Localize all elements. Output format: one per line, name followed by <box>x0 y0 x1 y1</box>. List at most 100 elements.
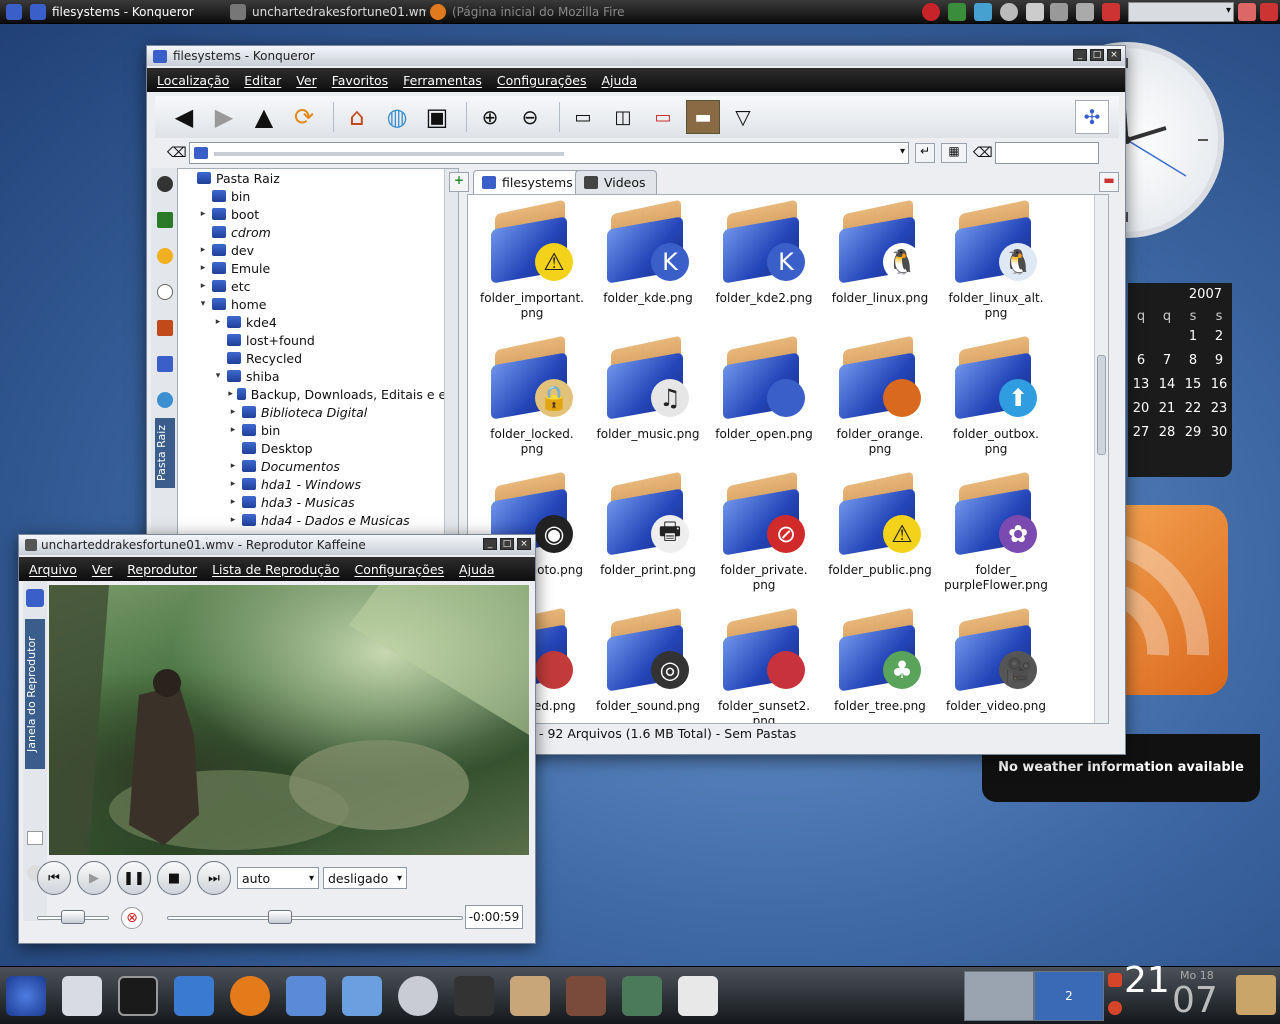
usb-icon[interactable] <box>1050 3 1068 21</box>
chevron-right-icon[interactable]: ▸ <box>227 461 239 471</box>
tree-item[interactable]: cdrom <box>178 223 458 241</box>
file-item[interactable]: ✿ folder_ purpleFlower.png <box>938 469 1054 605</box>
maximize-button[interactable]: □ <box>500 538 514 550</box>
chevron-right-icon[interactable]: ▸ <box>197 263 209 273</box>
deinterlace-select[interactable]: desligado ▾ <box>323 867 407 889</box>
media-player-icon[interactable] <box>342 976 382 1016</box>
chevron-down-icon[interactable]: ▾ <box>1226 5 1231 16</box>
view-preview-icon[interactable]: ▭ <box>646 100 680 134</box>
file-item[interactable]: ⚠ folder_public.png <box>822 469 938 605</box>
close-button[interactable]: × <box>1107 49 1121 61</box>
video-clapper-icon[interactable] <box>454 976 494 1016</box>
menu-ajuda[interactable]: Ajuda <box>601 73 637 88</box>
file-item[interactable]: 🖶 folder_print.png <box>590 469 706 605</box>
tree-item[interactable]: bin <box>178 187 458 205</box>
menu-lista-de-reproducao[interactable]: Lista de Reprodução <box>212 562 339 577</box>
taskbar-kaffeine[interactable]: unchartedrakesfortune01.wm <box>230 2 426 22</box>
chevron-right-icon[interactable]: ▸ <box>197 245 209 255</box>
taskbar-firefox[interactable]: (Página inicial do Mozilla Fire <box>430 2 624 22</box>
tree-item[interactable]: Recycled <box>178 349 458 367</box>
tree-item[interactable]: Desktop <box>178 439 458 457</box>
zoom-out-icon[interactable]: ⊖ <box>513 100 547 134</box>
calendar-day[interactable]: 1 <box>1180 329 1206 344</box>
save-icon[interactable]: ▣ <box>420 100 454 134</box>
calendar-day[interactable]: 2 <box>1206 329 1232 344</box>
pager-desktop-2[interactable]: 2 <box>1034 971 1104 1021</box>
tree-item[interactable]: ▸ Emule <box>178 259 458 277</box>
kde-throbber-icon[interactable]: ✣ <box>1075 100 1109 134</box>
calendar-day[interactable]: 29 <box>1180 425 1206 440</box>
home-icon[interactable]: ⌂ <box>340 100 374 134</box>
file-item[interactable]: folder_sunset2. png <box>706 605 822 723</box>
tree-item[interactable]: ▸ hda1 - Windows <box>178 475 458 493</box>
calendar-day[interactable]: 23 <box>1206 401 1232 416</box>
logout-icon[interactable] <box>1108 1001 1122 1015</box>
previous-track-icon[interactable]: ⏮ <box>37 861 71 895</box>
chevron-right-icon[interactable]: ▸ <box>227 425 239 435</box>
menu-ver[interactable]: Ver <box>296 73 316 88</box>
calendar-day[interactable]: 9 <box>1206 353 1232 368</box>
calendar-day[interactable]: 28 <box>1154 425 1180 440</box>
file-item[interactable]: ◎ folder_sound.png <box>590 605 706 723</box>
keyboard-icon[interactable] <box>1076 3 1094 21</box>
new-tab-button[interactable]: + <box>449 172 469 192</box>
tree-item[interactable]: ▸ etc <box>178 277 458 295</box>
file-item[interactable]: 🎥 folder_video.png <box>938 605 1054 723</box>
calendar-day[interactable]: 14 <box>1154 377 1180 392</box>
tree-item[interactable]: lost+found <box>178 331 458 349</box>
cd-icon[interactable] <box>1000 3 1018 21</box>
file-item[interactable]: 🐧 folder_linux.png <box>822 197 938 333</box>
file-item[interactable]: ♫ folder_music.png <box>590 333 706 469</box>
clear-search-icon[interactable]: ⌫ <box>973 145 993 161</box>
chevron-right-icon[interactable]: ▸ <box>227 389 234 399</box>
amarok-icon[interactable] <box>566 976 606 1016</box>
close-button[interactable]: × <box>517 538 531 550</box>
file-item[interactable]: ⬆ folder_outbox. png <box>938 333 1054 469</box>
tool-icon[interactable] <box>1102 3 1120 21</box>
tree-item[interactable]: ▸ Backup, Downloads, Editais e etc <box>178 385 458 403</box>
terminal-icon[interactable] <box>118 976 158 1016</box>
tree-item[interactable]: ▸ Documentos <box>178 457 458 475</box>
menu-editar[interactable]: Editar <box>244 73 281 88</box>
tree-item[interactable]: ▸ bin <box>178 421 458 439</box>
sidebar-tab-pasta-raiz[interactable]: Pasta Raiz <box>155 418 175 488</box>
close-tab-button[interactable]: ▬ <box>1099 172 1119 192</box>
monitor-icon[interactable] <box>974 3 992 21</box>
calendar-day[interactable]: 21 <box>1154 401 1180 416</box>
clear-location-icon[interactable]: ⌫ <box>167 145 187 161</box>
lock-icon[interactable] <box>1238 3 1256 21</box>
filter-icon[interactable]: ▽ <box>726 100 760 134</box>
calendar-day[interactable]: 20 <box>1128 401 1154 416</box>
home-icon[interactable] <box>157 320 173 336</box>
calendar-day[interactable] <box>1128 329 1154 344</box>
minimize-button[interactable]: _ <box>483 538 497 550</box>
chevron-down-icon[interactable]: ▾ <box>197 299 209 309</box>
chevron-right-icon[interactable]: ▸ <box>227 479 239 489</box>
tree-item[interactable]: ▸ Biblioteca Digital <box>178 403 458 421</box>
sidebar-tab-janela-do-reprodutor[interactable]: Janela do Reprodutor <box>25 619 45 769</box>
chevron-right-icon[interactable]: ▸ <box>197 209 209 219</box>
search-input[interactable] <box>995 142 1099 164</box>
calendar-day[interactable]: 8 <box>1180 353 1206 368</box>
bookmarks-icon[interactable]: ▦ <box>941 143 967 163</box>
view-split-icon[interactable]: ◫ <box>606 100 640 134</box>
network-icon[interactable] <box>157 392 173 408</box>
view-single-icon[interactable]: ▭ <box>566 100 600 134</box>
zoom-in-icon[interactable]: ⊕ <box>473 100 507 134</box>
aspect-ratio-select[interactable]: auto ▾ <box>237 867 319 889</box>
tab-filesystems[interactable]: filesystems <box>473 170 584 194</box>
chevron-right-icon[interactable]: ▸ <box>197 281 209 291</box>
menu-localizacao[interactable]: Localização <box>157 73 229 88</box>
chevron-down-icon[interactable]: ▾ <box>900 146 905 157</box>
file-item[interactable]: 🔒 folder_locked. png <box>474 333 590 469</box>
clipboard-icon[interactable] <box>1026 3 1044 21</box>
calendar-day[interactable]: 27 <box>1128 425 1154 440</box>
calendar-day[interactable]: 30 <box>1206 425 1232 440</box>
stop-icon[interactable]: ■ <box>157 861 191 895</box>
view-icons-icon[interactable]: ▬ <box>686 100 720 134</box>
lock-icon[interactable] <box>1108 973 1122 987</box>
menu-ver[interactable]: Ver <box>92 562 112 577</box>
playlist-icon[interactable] <box>27 831 43 845</box>
tree-item[interactable]: Pasta Raiz <box>178 169 458 187</box>
chevron-right-icon[interactable]: ▸ <box>227 407 239 417</box>
